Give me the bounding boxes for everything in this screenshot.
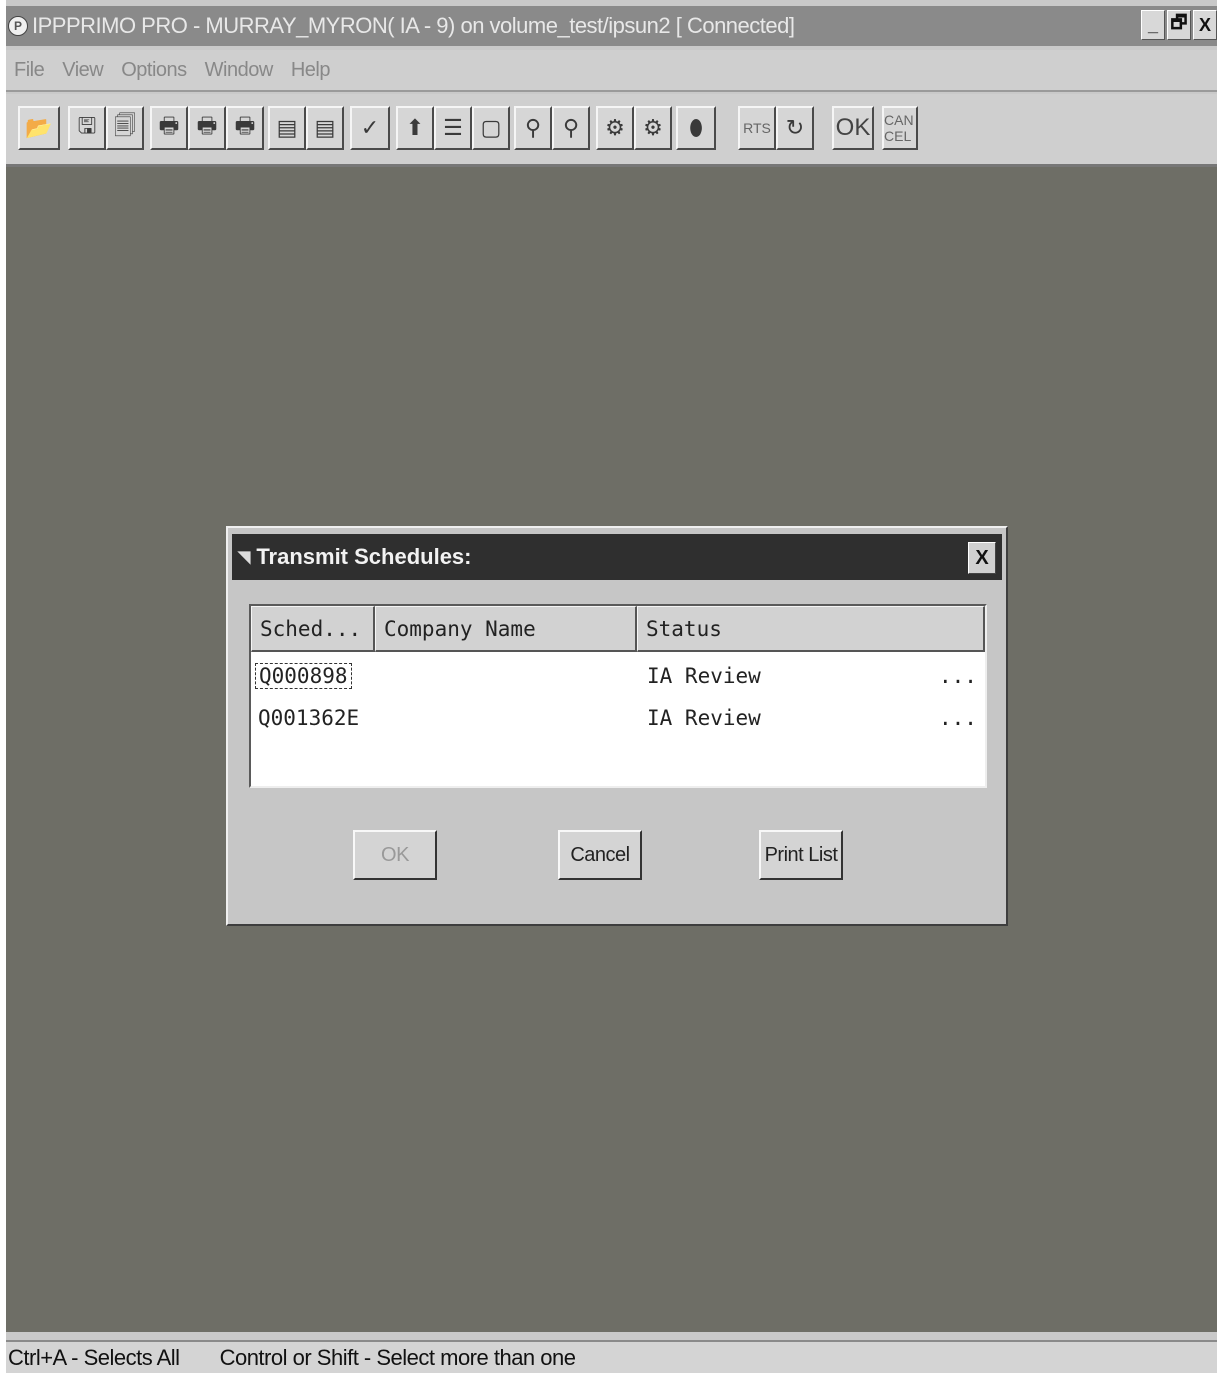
- print-icon[interactable]: 🖶: [150, 106, 188, 150]
- row-more[interactable]: ...: [939, 698, 977, 738]
- column-header-status[interactable]: Status: [637, 606, 985, 652]
- transmit-schedules-dialog: ◥ Transmit Schedules: X Sched... Company…: [226, 526, 1008, 926]
- list-row[interactable]: Q000898 IA Review ...: [251, 656, 985, 696]
- rts-button[interactable]: RTS: [738, 106, 776, 150]
- up-arrow-icon[interactable]: ⬆: [396, 106, 434, 150]
- report-print-icon[interactable]: ▤: [306, 106, 344, 150]
- menu-file[interactable]: File: [14, 59, 45, 82]
- list-header: Sched... Company Name Status: [251, 606, 985, 652]
- ok-button[interactable]: OK: [353, 830, 437, 880]
- app-window: P IPPPRIMO PRO - MURRAY_MYRON( IA - 9) o…: [6, 0, 1217, 1373]
- column-header-company-name[interactable]: Company Name: [375, 606, 637, 652]
- status-select-all-hint: Ctrl+A - Selects All: [8, 1344, 180, 1370]
- search-icon[interactable]: ⚲: [552, 106, 590, 150]
- toolbar-cancel-button[interactable]: CAN CEL: [882, 106, 918, 150]
- report-icon[interactable]: ▤: [268, 106, 306, 150]
- print-list-button[interactable]: Print List: [759, 830, 843, 880]
- row-sched: Q000898: [255, 663, 352, 689]
- cancel-button[interactable]: Cancel: [558, 830, 642, 880]
- menu-help[interactable]: Help: [291, 59, 331, 82]
- menu-window[interactable]: Window: [205, 59, 274, 82]
- status-bar: Ctrl+A - Selects All Control or Shift - …: [6, 1340, 1217, 1373]
- row-status: IA Review: [647, 664, 761, 688]
- status-multi-select-hint: Control or Shift - Select more than one: [219, 1344, 576, 1370]
- row-sched: Q001362E: [258, 706, 360, 730]
- open-folder-icon[interactable]: 📂: [18, 106, 60, 150]
- dialog-title-bar[interactable]: ◥ Transmit Schedules: X: [232, 534, 1002, 580]
- refresh-icon[interactable]: ↻: [776, 106, 814, 150]
- toolbar: 📂 🖫 🗐 🖶 🖶 🖶 ▤ ▤ ✓ ⬆ ☰ ▢ ⚲ ⚲ ⚙ ⚙ ⬮ RTS ↻ …: [6, 94, 1217, 167]
- pin-icon[interactable]: ⬮: [676, 106, 716, 150]
- app-icon[interactable]: P: [8, 16, 28, 36]
- print-preview-icon[interactable]: 🖶: [188, 106, 226, 150]
- settings-icon[interactable]: ⚙: [596, 106, 634, 150]
- row-more[interactable]: ...: [939, 656, 977, 696]
- menu-view[interactable]: View: [62, 59, 104, 82]
- checkmark-icon[interactable]: ✓: [350, 106, 390, 150]
- menu-options[interactable]: Options: [121, 59, 187, 82]
- lookup-icon[interactable]: ⚲: [514, 106, 552, 150]
- window-controls: _ 🗗 X: [1141, 10, 1217, 40]
- row-status: IA Review: [647, 706, 761, 730]
- dialog-icon: ◥: [238, 549, 251, 566]
- row-sched-cell: Q000898: [255, 656, 352, 696]
- close-window-button[interactable]: X: [1193, 10, 1217, 40]
- list-icon[interactable]: ☰: [434, 106, 472, 150]
- save-icon[interactable]: 🖫: [68, 106, 106, 150]
- title-bar[interactable]: P IPPPRIMO PRO - MURRAY_MYRON( IA - 9) o…: [6, 6, 1217, 46]
- window-title: IPPPRIMO PRO - MURRAY_MYRON( IA - 9) on …: [32, 13, 795, 38]
- menu-bar: File View Options Window Help: [6, 50, 1217, 92]
- list-row[interactable]: Q001362E IA Review ...: [251, 698, 985, 738]
- gear-icon[interactable]: ⚙: [634, 106, 672, 150]
- print-setup-icon[interactable]: 🖶: [226, 106, 264, 150]
- calendar-icon[interactable]: ▢: [472, 106, 510, 150]
- minimize-button[interactable]: _: [1141, 10, 1165, 40]
- save-all-icon[interactable]: 🗐: [106, 106, 144, 150]
- dialog-close-button[interactable]: X: [968, 542, 996, 574]
- column-header-sched[interactable]: Sched...: [251, 606, 375, 652]
- dialog-title: Transmit Schedules:: [256, 544, 472, 569]
- schedules-list[interactable]: Sched... Company Name Status Q000898 IA …: [249, 604, 987, 788]
- toolbar-ok-button[interactable]: OK: [832, 106, 874, 150]
- restore-button[interactable]: 🗗: [1167, 10, 1191, 40]
